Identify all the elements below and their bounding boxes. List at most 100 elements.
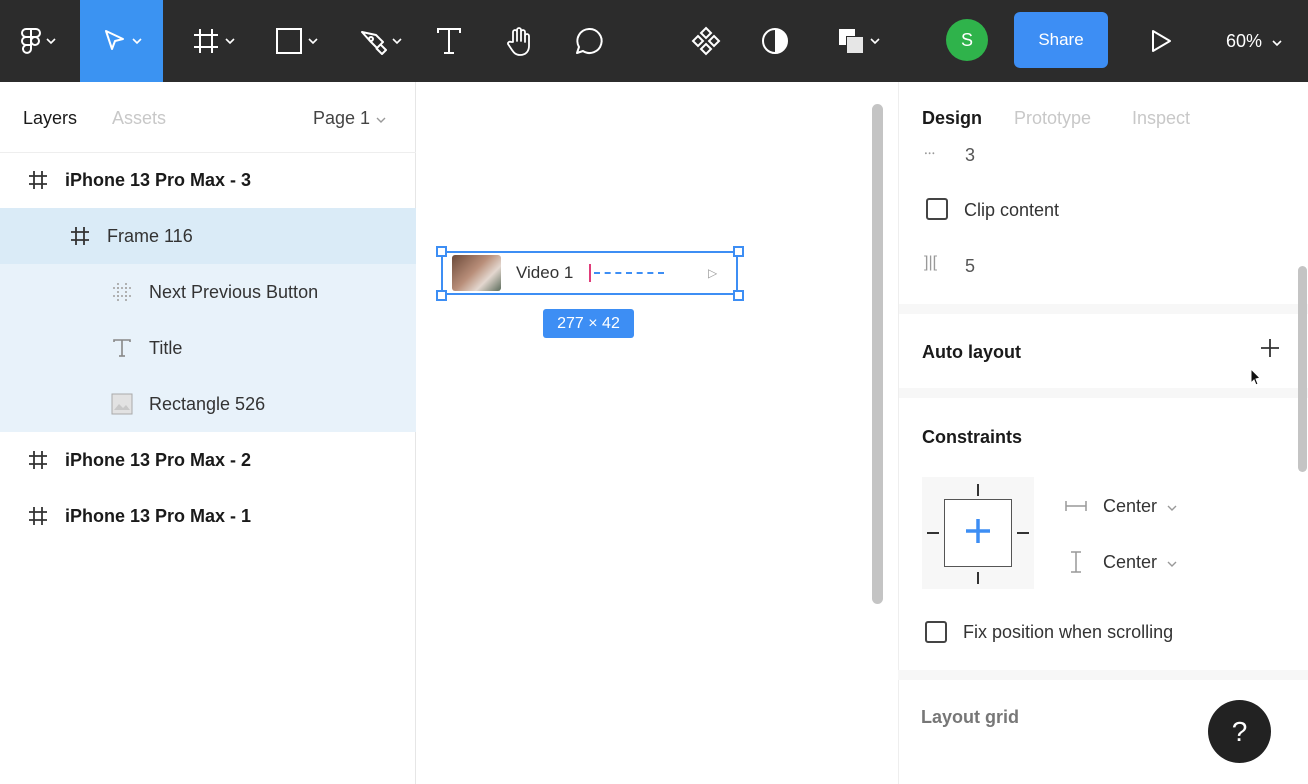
horizontal-constraint-value: Center — [1103, 495, 1158, 516]
pen-tool-button[interactable] — [350, 0, 410, 82]
layer-label: iPhone 13 Pro Max - 3 — [65, 169, 252, 190]
toolbar: S Share 60% — [0, 0, 1308, 82]
layer-row-next-previous-button[interactable]: Next Previous Button — [0, 264, 416, 320]
constraint-right-tick[interactable] — [1017, 532, 1029, 534]
mask-button[interactable] — [756, 0, 794, 82]
clip-content-checkbox[interactable] — [926, 198, 948, 220]
figma-logo-icon — [20, 28, 42, 54]
chevron-down-icon — [46, 37, 56, 45]
pen-tool-icon — [358, 26, 388, 56]
figma-app: S Share 60% Layers Assets Page 1 iPhone … — [0, 0, 1308, 784]
layers-panel: Layers Assets Page 1 iPhone 13 Pro Max -… — [0, 82, 416, 784]
plus-icon — [1260, 338, 1280, 363]
frame-icon — [68, 224, 92, 248]
frame-tool-button[interactable] — [183, 0, 243, 82]
constraint-top-tick[interactable] — [977, 484, 979, 496]
text-tool-button[interactable] — [430, 0, 468, 82]
dimension-badge: 277 × 42 — [543, 309, 634, 338]
zoom-label: 60% — [1226, 30, 1263, 51]
canvas[interactable] — [416, 82, 888, 784]
text-icon — [110, 336, 134, 360]
layer-label: iPhone 13 Pro Max - 1 — [65, 505, 252, 526]
frame-icon — [26, 448, 50, 472]
comment-tool-button[interactable] — [568, 0, 610, 82]
layer-row-iphone-1[interactable]: iPhone 13 Pro Max - 1 — [0, 488, 416, 544]
hand-tool-icon — [503, 25, 535, 57]
clip-content-label: Clip content — [964, 200, 1060, 220]
share-button[interactable]: Share — [1014, 12, 1108, 68]
layer-row-iphone-3[interactable]: iPhone 13 Pro Max - 3 — [0, 152, 416, 208]
corner-radius-value[interactable]: 3 — [965, 145, 975, 166]
component-frame-icon — [110, 280, 134, 304]
layer-row-frame-116[interactable]: Frame 116 — [0, 208, 416, 264]
section-divider — [899, 388, 1308, 398]
tab-prototype[interactable]: Prototype — [1014, 108, 1091, 129]
layer-row-rectangle-526[interactable]: Rectangle 526 — [0, 376, 416, 432]
tab-design[interactable]: Design — [922, 108, 982, 129]
mouse-cursor-icon — [1250, 367, 1262, 391]
text-tool-icon — [435, 26, 463, 56]
frame-icon — [26, 168, 50, 192]
user-avatar[interactable]: S — [946, 19, 988, 61]
tab-inspect[interactable]: Inspect — [1132, 108, 1190, 129]
spacing-value[interactable]: 5 — [965, 256, 975, 277]
create-component-button[interactable] — [686, 0, 726, 82]
spacing-icon: ]|[ — [924, 254, 938, 271]
video-title: Video 1 — [516, 263, 574, 282]
image-icon — [110, 392, 134, 416]
constraints-title: Constraints — [922, 427, 1023, 447]
resize-handle-top-right[interactable] — [733, 246, 744, 257]
main-menu-button[interactable] — [12, 0, 64, 82]
fix-position-checkbox[interactable] — [925, 621, 947, 643]
chevron-down-icon — [392, 37, 402, 45]
section-divider — [898, 670, 1308, 680]
chevron-down-icon — [1272, 31, 1282, 52]
page-selector-label: Page 1 — [312, 108, 370, 128]
chevron-down-icon — [1167, 552, 1177, 573]
tab-layers[interactable]: Layers — [23, 108, 77, 129]
shape-tool-button[interactable] — [266, 0, 326, 82]
boolean-group-button[interactable] — [828, 0, 888, 82]
resize-handle-top-left[interactable] — [436, 246, 447, 257]
layout-grid-title: Layout grid — [921, 707, 1019, 727]
constraint-bottom-tick[interactable] — [977, 572, 979, 584]
zoom-menu[interactable]: 60% — [1226, 0, 1282, 82]
move-tool-button[interactable] — [80, 0, 163, 82]
add-auto-layout-button[interactable] — [1250, 330, 1290, 370]
video-thumbnail — [452, 255, 501, 291]
horizontal-constraint-icon — [1064, 500, 1088, 512]
layer-label: Title — [149, 337, 183, 358]
chevron-down-icon — [225, 37, 235, 45]
chevron-down-icon — [131, 37, 142, 45]
constraint-center-icon — [964, 517, 992, 550]
move-tool-icon — [102, 28, 128, 54]
layer-label: Next Previous Button — [149, 281, 319, 302]
vertical-constraint-select[interactable]: Center — [1064, 547, 1177, 577]
hand-tool-button[interactable] — [498, 0, 540, 82]
layers-panel-tabs: Layers Assets Page 1 — [0, 82, 416, 152]
layer-row-title[interactable]: Title — [0, 320, 416, 376]
chevron-down-icon — [308, 37, 318, 45]
layer-label: Rectangle 526 — [149, 393, 266, 414]
canvas-scrollbar[interactable] — [872, 104, 883, 604]
tab-assets[interactable]: Assets — [112, 108, 166, 129]
constraint-left-tick[interactable] — [927, 532, 939, 534]
spacing-guide-line — [594, 272, 664, 274]
corner-radius-icon: ⸱⸱⸱ — [924, 145, 936, 161]
frame-tool-icon — [191, 26, 221, 56]
play-icon: ▷ — [708, 266, 718, 280]
section-divider — [899, 304, 1308, 314]
page-selector[interactable]: Page 1 — [313, 108, 386, 129]
help-button[interactable]: ? — [1208, 700, 1271, 763]
resize-handle-bottom-right[interactable] — [733, 290, 744, 301]
present-button[interactable] — [1142, 0, 1180, 82]
properties-scrollbar[interactable] — [1298, 266, 1307, 472]
constraint-center-box[interactable] — [944, 499, 1012, 567]
layer-label: Frame 116 — [107, 225, 193, 246]
chevron-down-icon — [376, 108, 386, 129]
chevron-down-icon — [870, 37, 880, 45]
spacing-indicator — [589, 264, 591, 282]
horizontal-constraint-select[interactable]: Center — [1064, 491, 1177, 521]
layer-row-iphone-2[interactable]: iPhone 13 Pro Max - 2 — [0, 432, 416, 488]
resize-handle-bottom-left[interactable] — [436, 290, 447, 301]
